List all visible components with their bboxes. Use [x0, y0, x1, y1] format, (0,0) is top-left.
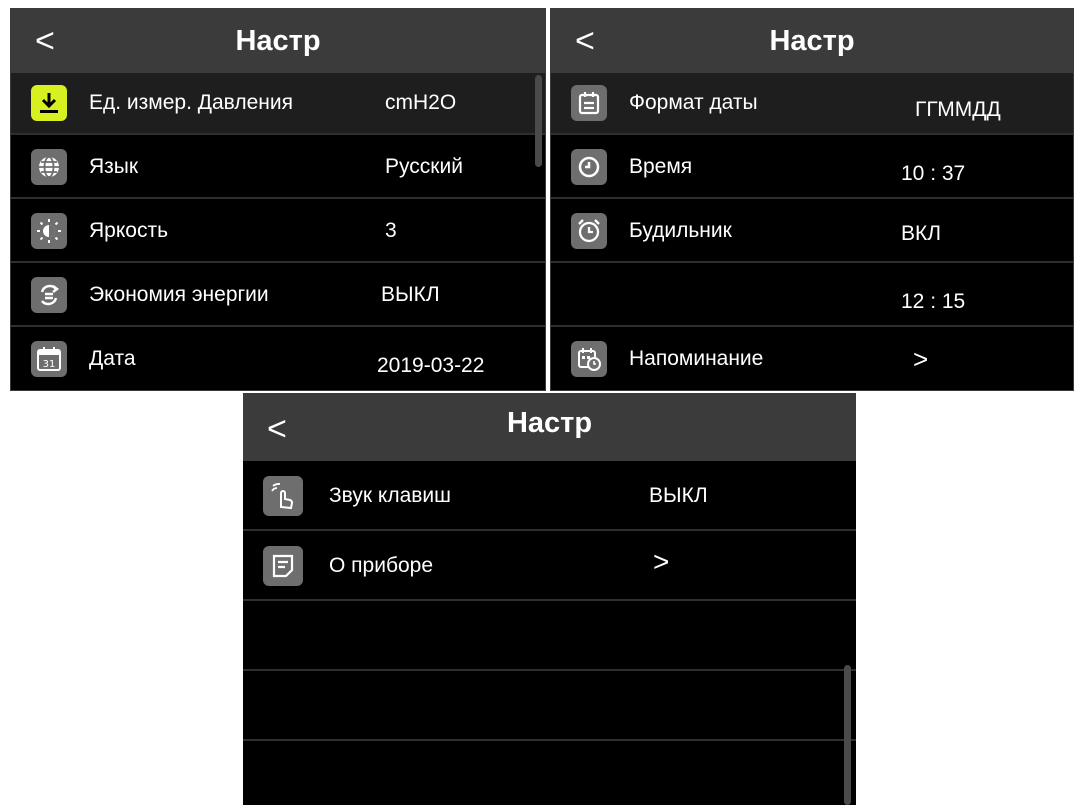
alarm-clock-icon [571, 213, 607, 249]
setting-label: Напоминание [629, 347, 764, 370]
setting-value: cmH2O [385, 91, 457, 114]
setting-value: ВЫКЛ [649, 484, 708, 507]
settings-panel-2: < Настр Формат даты ГГММДД Время 10 : 37… [550, 8, 1074, 391]
empty-row [243, 601, 856, 671]
setting-label: Формат даты [629, 91, 758, 114]
setting-row-date[interactable]: 31 Дата 2019-03-22 [11, 329, 545, 390]
setting-label: Звук клавиш [329, 484, 451, 507]
calendar-31-icon: 31 [31, 341, 67, 377]
setting-label: Будильник [629, 219, 732, 242]
header: < Настр [551, 9, 1073, 73]
setting-value: 2019-03-22 [377, 354, 485, 377]
page-title: Настр [769, 25, 855, 57]
setting-value: ГГММДД [915, 98, 1001, 121]
touch-sound-icon [263, 476, 303, 516]
calendar-icon-text: 31 [43, 359, 56, 370]
setting-row-language[interactable]: Язык Русский [11, 137, 545, 199]
reminder-calendar-icon [571, 341, 607, 377]
setting-value: 12 : 15 [901, 290, 966, 313]
empty-row [243, 741, 856, 805]
scrollbar[interactable] [844, 665, 851, 805]
setting-label: Яркость [89, 219, 169, 242]
power-saving-icon [31, 277, 67, 313]
document-icon [263, 546, 303, 586]
setting-label: Экономия энергии [89, 283, 269, 306]
setting-value: ВЫКЛ [381, 283, 440, 306]
setting-value: Русский [385, 155, 463, 178]
setting-row-about-device[interactable]: О приборе > [243, 531, 856, 601]
scrollbar[interactable] [535, 75, 542, 167]
setting-row-brightness[interactable]: Яркость 3 [11, 201, 545, 263]
page-title: Настр [235, 25, 321, 57]
setting-label: Дата [89, 347, 136, 370]
settings-panel-1: < Настр Ед. измер. Давления cmH2O Язык Р… [10, 8, 546, 391]
brightness-icon [31, 213, 67, 249]
setting-value: 3 [385, 219, 397, 242]
setting-label: Язык [89, 155, 139, 178]
settings-panel-3: < Настр Звук клавиш ВЫКЛ О приборе > [243, 393, 856, 805]
chevron-right-icon[interactable]: > [913, 346, 928, 372]
header: < Настр [11, 9, 545, 73]
setting-label: О приборе [329, 554, 434, 577]
calendar-icon [571, 85, 607, 121]
download-icon [31, 85, 67, 121]
header: < Настр [243, 393, 856, 461]
setting-row-power-saving[interactable]: Экономия энергии ВЫКЛ [11, 265, 545, 327]
setting-row-pressure-unit[interactable]: Ед. измер. Давления cmH2O [11, 73, 545, 135]
setting-value: ВКЛ [901, 222, 942, 245]
setting-label: Время [629, 155, 693, 178]
setting-row-reminder[interactable]: Напоминание > [551, 329, 1073, 390]
clock-icon [571, 149, 607, 185]
setting-row-time[interactable]: Время 10 : 37 [551, 137, 1073, 199]
chevron-right-icon[interactable]: > [653, 548, 669, 576]
globe-icon [31, 149, 67, 185]
setting-row-alarm-time[interactable]: 12 : 15 [551, 265, 1073, 327]
setting-row-date-format[interactable]: Формат даты ГГММДД [551, 73, 1073, 135]
page-title: Настр [506, 407, 593, 439]
setting-row-alarm[interactable]: Будильник ВКЛ [551, 201, 1073, 263]
setting-row-key-sound[interactable]: Звук клавиш ВЫКЛ [243, 461, 856, 531]
setting-label: Ед. измер. Давления [89, 91, 293, 114]
empty-row [243, 671, 856, 741]
setting-value: 10 : 37 [901, 162, 966, 185]
